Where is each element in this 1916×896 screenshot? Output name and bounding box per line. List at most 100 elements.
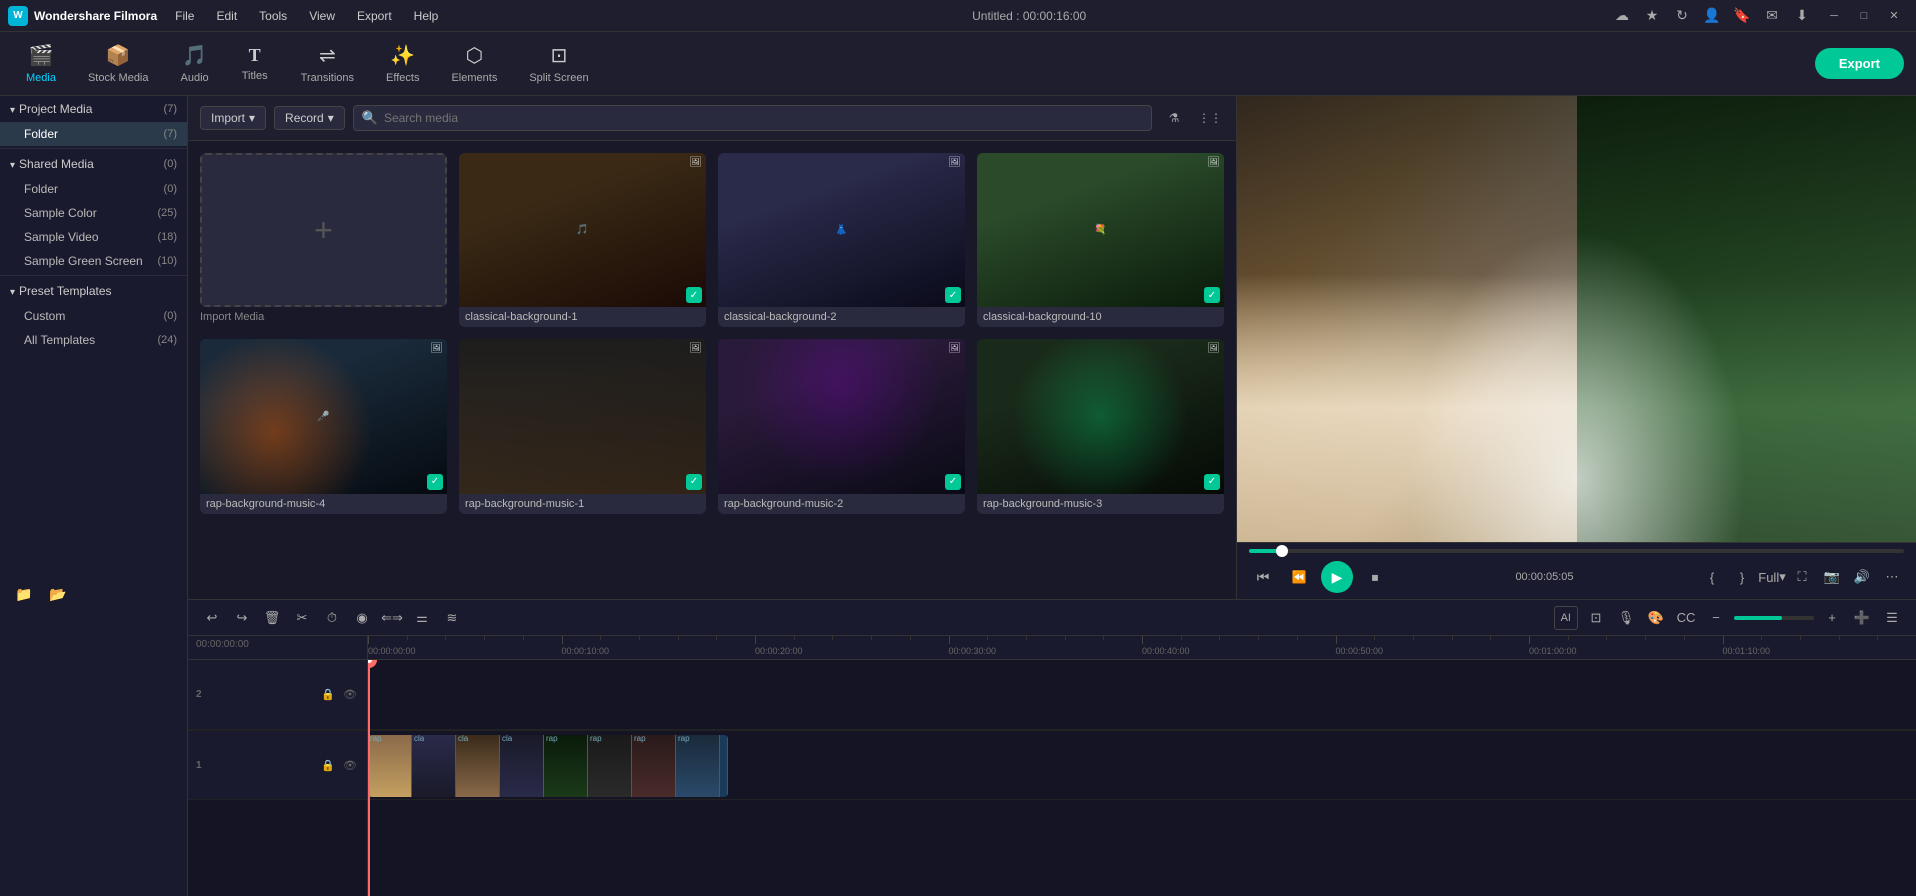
align-button[interactable]: ⚌ [410,606,434,630]
media-item-rap-1[interactable]: 🖼 ✓ rap-background-music-1 [459,339,706,513]
search-input[interactable] [384,111,1143,125]
audio-icon: 🎵 [182,43,207,68]
mail-icon[interactable]: ✉ [1760,4,1784,28]
toolbar-stock-media[interactable]: 📦 Stock Media [74,39,163,88]
volume-button[interactable]: 🔊 [1850,565,1874,589]
zoom-out-button[interactable]: − [1704,606,1728,630]
media-item-rap-2[interactable]: 🖼 ✓ rap-background-music-2 [718,339,965,513]
skip-to-start-button[interactable]: ⏮ [1249,563,1277,591]
toolbar-split-screen[interactable]: ⊡ Split Screen [515,39,602,88]
media-item-classical-1[interactable]: 🎵 🖼 ✓ classical-background-1 [459,153,706,327]
shared-media-folder[interactable]: Folder (0) [0,177,187,201]
minimize-button[interactable]: ─ [1820,4,1848,28]
quality-dropdown[interactable]: Full ▾ [1760,565,1784,589]
scissors-button[interactable]: ✂ [290,606,314,630]
image-icon-rap3: 🖼 [1207,343,1220,354]
audio-detect-button[interactable]: 🎙 [1614,606,1638,630]
open-folder-button[interactable]: 📂 [44,580,72,608]
redo-button[interactable]: ↪ [230,606,254,630]
snapshot-button[interactable]: 📷 [1820,565,1844,589]
caption-button[interactable]: CC [1674,606,1698,630]
star-icon[interactable]: ★ [1640,4,1664,28]
account-icon[interactable]: 👤 [1700,4,1724,28]
add-marker-button[interactable]: ◉ [350,606,374,630]
project-media-header[interactable]: ▾Project Media (7) [0,96,187,122]
menu-file[interactable]: File [165,5,204,27]
maximize-button[interactable]: □ [1850,4,1878,28]
video-clip-group[interactable] [368,735,728,797]
toolbar-titles[interactable]: T Titles [227,41,283,86]
import-dropzone[interactable]: + [200,153,447,307]
sample-color-item[interactable]: Sample Color (25) [0,201,187,225]
auto-ripple-button[interactable]: ⇐⇒ [380,606,404,630]
mark-in-icon[interactable]: { [1700,565,1724,589]
delete-button[interactable]: 🗑 [260,606,284,630]
custom-count: (0) [164,310,177,322]
ruler-content[interactable]: 00:00:00:0000:00:10:0000:00:20:0000:00:3… [368,636,1916,660]
track-2-content[interactable] [368,660,1916,730]
toolbar-audio[interactable]: 🎵 Audio [167,39,223,88]
preview-more-button[interactable]: ⋯ [1880,565,1904,589]
thumb-classical-10: 💐 🖼 ✓ [977,153,1224,307]
split-screen-label: Split Screen [529,72,588,84]
bookmark-icon[interactable]: 🔖 [1730,4,1754,28]
all-templates-item[interactable]: All Templates (24) [0,328,187,352]
import-media-item[interactable]: + Import Media [200,153,447,327]
download-icon[interactable]: ⬇ [1790,4,1814,28]
crop-button[interactable]: ⊡ [1584,606,1608,630]
track-2-eye[interactable]: 👁 [341,686,359,704]
cloud-icon[interactable]: ☁ [1610,4,1634,28]
menu-edit[interactable]: Edit [206,5,247,27]
import-dropdown[interactable]: Import ▾ [200,106,266,130]
ai-enhance-button[interactable]: AI [1554,606,1578,630]
refresh-icon[interactable]: ↻ [1670,4,1694,28]
menu-tools[interactable]: Tools [249,5,297,27]
track-1-eye[interactable]: 👁 [341,756,359,774]
zoom-in-button[interactable]: + [1820,606,1844,630]
filter-button[interactable]: ⚗ [1160,104,1188,132]
undo-button[interactable]: ↩ [200,606,224,630]
menu-help[interactable]: Help [404,5,449,27]
color-match-button[interactable]: 🎨 [1644,606,1668,630]
sample-green-screen-item[interactable]: Sample Green Screen (10) [0,249,187,273]
tracks-right[interactable]: rap cla cla cla rap rap rap rap [368,660,1916,896]
shared-media-header[interactable]: ▾Shared Media (0) [0,151,187,177]
record-arrow-icon: ▾ [328,111,334,125]
record-dropdown[interactable]: Record ▾ [274,106,345,130]
toolbar-elements[interactable]: ⬡ Elements [437,39,511,88]
new-folder-button[interactable]: 📁 [10,580,38,608]
media-item-rap-3[interactable]: 🖼 ✓ rap-background-music-3 [977,339,1224,513]
track-1-content[interactable]: rap cla cla cla rap rap rap rap [368,730,1916,800]
track-1-lock[interactable]: 🔒 [319,756,337,774]
timeline-start-time: 00:00:00:00 [188,639,249,650]
toolbar-effects[interactable]: ✨ Effects [372,39,433,88]
export-button[interactable]: Export [1815,48,1904,79]
media-item-classical-2[interactable]: 👗 🖼 ✓ classical-background-2 [718,153,965,327]
stop-button[interactable]: ⏹ [1361,563,1389,591]
close-button[interactable]: ✕ [1880,4,1908,28]
progress-bar[interactable] [1249,549,1904,553]
media-item-classical-10[interactable]: 💐 🖼 ✓ classical-background-10 [977,153,1224,327]
toolbar-media[interactable]: 🎬 Media [12,39,70,88]
zoom-slider[interactable] [1734,616,1814,620]
track-settings-button[interactable]: ☰ [1880,606,1904,630]
menu-export[interactable]: Export [347,5,402,27]
track-2-lock[interactable]: 🔒 [319,686,337,704]
split-audio-button[interactable]: ≋ [440,606,464,630]
sample-video-item[interactable]: Sample Video (18) [0,225,187,249]
grid-view-button[interactable]: ⋮⋮ [1196,104,1224,132]
progress-thumb[interactable] [1276,545,1288,557]
media-item-rap-4[interactable]: 🎤 🖼 ✓ rap-background-music-4 [200,339,447,513]
speed-button[interactable]: ⏱ [320,606,344,630]
preview-video[interactable] [1237,96,1916,542]
mark-out-icon[interactable]: } [1730,565,1754,589]
step-back-button[interactable]: ⏪ [1285,563,1313,591]
full-screen-button[interactable]: ⛶ [1790,565,1814,589]
toolbar-transitions[interactable]: ⇌ Transitions [287,39,368,88]
preset-templates-header[interactable]: ▾Preset Templates [0,278,187,304]
play-button[interactable]: ▶ [1321,561,1353,593]
menu-view[interactable]: View [299,5,345,27]
custom-item[interactable]: Custom (0) [0,304,187,328]
add-track-button[interactable]: ➕ [1850,606,1874,630]
project-media-folder[interactable]: Folder (7) [0,122,187,146]
